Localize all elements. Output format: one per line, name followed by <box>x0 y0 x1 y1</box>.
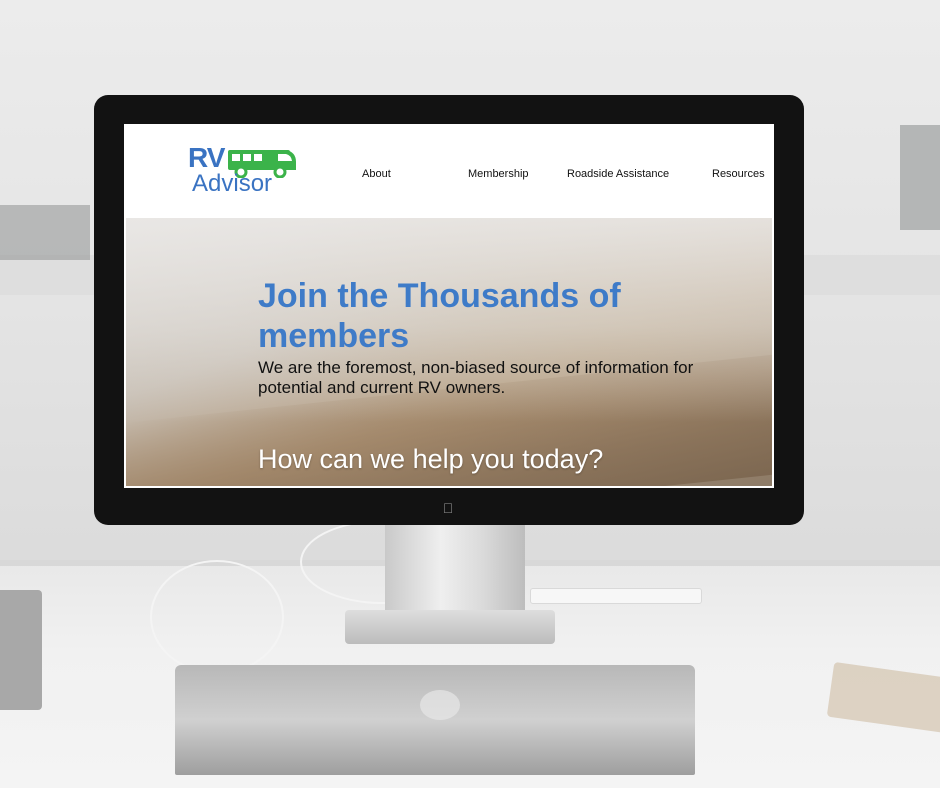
logo-advisor-text: Advisor <box>192 170 273 197</box>
hero-title: Join the Thousands of members <box>258 277 621 355</box>
hero-help-heading: How can we help you today? <box>258 444 604 474</box>
apple-logo-icon:  <box>441 500 455 516</box>
monitor-stand <box>385 520 525 620</box>
hero-subtitle: We are the foremost, non-biased source o… <box>258 358 694 397</box>
desk-box <box>0 590 42 710</box>
laptop <box>175 665 695 775</box>
monitor-cable <box>150 560 284 674</box>
hero-section: Join the Thousands of members We are the… <box>126 218 772 486</box>
background-shelf <box>0 205 90 260</box>
nav-about[interactable]: About <box>362 168 391 180</box>
laptop-logo-icon <box>420 690 460 720</box>
monitor-stand-base <box>345 610 555 644</box>
nav-membership[interactable]: Membership <box>468 168 529 180</box>
monitor-screen: RV Advisor About Membership Roadside Ass… <box>124 124 774 488</box>
background-shelf <box>900 125 940 230</box>
nav-resources[interactable]: Resources <box>712 168 765 180</box>
rv-advisor-logo[interactable]: RV Advisor <box>188 138 308 198</box>
cable-organizer <box>530 588 702 604</box>
nav-roadside-assistance[interactable]: Roadside Assistance <box>567 168 669 180</box>
site-header: RV Advisor About Membership Roadside Ass… <box>126 126 772 218</box>
